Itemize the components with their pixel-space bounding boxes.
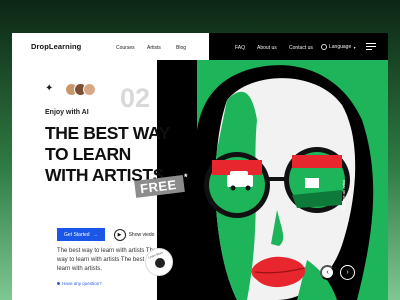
show-video-button[interactable]: ▶ Show viedo [113,228,155,241]
slide-number: 02 [120,83,151,113]
vertical-caption: Become an artist [341,179,346,210]
hamburger-menu-icon[interactable] [366,43,376,51]
sparkle-icon: ✦ [45,83,54,94]
language-label: Language [329,44,352,50]
question-link[interactable]: Have any question? [57,281,102,286]
logo[interactable]: DropLearning [31,42,81,51]
avatar [83,83,96,96]
hero-kicker: Enjoy with AI [45,109,89,116]
cta-group: Get Started → ▶ Show viedo [57,228,154,241]
chevron-down-icon: ▾ [353,44,356,50]
headline-line-1: THE BEST WAY [45,123,170,143]
language-selector[interactable]: Language ▾ [321,44,355,50]
prev-slide-button[interactable]: ‹ [320,265,335,280]
question-label: Have any question? [62,281,102,286]
asterisk-icon: * [184,172,188,182]
dot-icon [57,282,60,285]
nav-link-artists[interactable]: Artists [147,45,161,51]
nav-bar-right: FAQ About us Contact us Language ▾ [209,33,388,60]
nav-link-blog[interactable]: Blog [176,45,186,51]
headline-line-2: TO LEARN [45,144,131,164]
get-started-label: Get Started [64,231,90,238]
circle-badge-center [155,258,165,268]
globe-icon [321,44,327,50]
avatar-group [65,83,96,96]
learn-more-circle-badge[interactable]: Learn More [145,248,173,276]
nav-link-contact[interactable]: Contact us [289,45,313,51]
nav-link-faq[interactable]: FAQ [235,45,245,51]
next-slide-button[interactable]: › [340,265,355,280]
nav-link-about[interactable]: About us [257,45,277,51]
show-video-label: Show viedo [128,231,155,238]
nav-link-courses[interactable]: Courses [116,45,135,51]
hero-headline: THE BEST WAY TO LEARN WITH ARTISTS [45,123,255,186]
get-started-button[interactable]: Get Started → [57,228,105,241]
landing-page-frame: DropLearning Courses Artists Blog FAQ Ab… [12,33,388,300]
arrow-right-icon: → [92,231,98,238]
nav-bar-left: DropLearning Courses Artists Blog [12,33,209,60]
play-icon: ▶ [113,228,126,241]
